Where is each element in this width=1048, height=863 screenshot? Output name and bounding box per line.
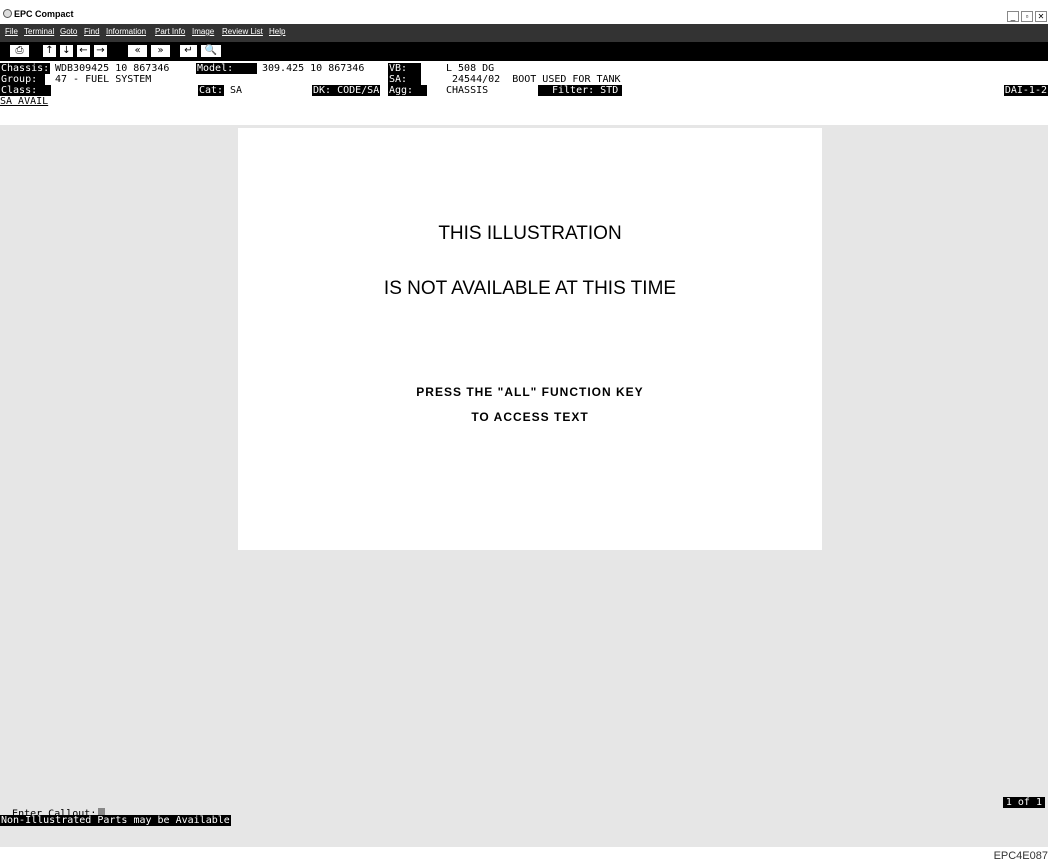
minimize-button[interactable]: _ xyxy=(1007,11,1019,22)
page-forward-button[interactable]: » xyxy=(150,44,171,58)
dk-label: DK: CODE/SA xyxy=(312,85,381,96)
class-label: Class: xyxy=(0,85,52,96)
sa-avail: SA AVAIL xyxy=(0,96,49,107)
filter-label: Filter: STD xyxy=(538,85,623,96)
model-value: 309.425 10 867346 xyxy=(262,63,365,74)
vehicle-header: Chassis: WDB309425 10 867346 Model: 309.… xyxy=(0,61,1048,125)
menu-find[interactable]: Find xyxy=(84,27,100,36)
title-bar: EPC Compact _ ▫ ✕ xyxy=(0,0,1048,24)
main-area: THIS ILLUSTRATION IS NOT AVAILABLE AT TH… xyxy=(0,125,1048,847)
dai-label: DAI-1-2 xyxy=(1003,85,1048,96)
page-indicator: 1 of 1 xyxy=(1002,797,1045,808)
screen-code: EPC4E087 xyxy=(993,850,1048,862)
menu-goto[interactable]: Goto xyxy=(60,27,77,36)
menu-bar: File Terminal Goto Find Information Part… xyxy=(0,24,1048,42)
arrow-right-button[interactable]: → xyxy=(93,44,108,58)
menu-file[interactable]: File xyxy=(5,27,18,36)
illustration-message-line1: THIS ILLUSTRATION xyxy=(438,223,622,244)
illustration-instruction-line1: PRESS THE "ALL" FUNCTION KEY xyxy=(416,385,644,399)
cat-value: SA xyxy=(230,85,243,96)
window-controls: _ ▫ ✕ xyxy=(1007,11,1047,22)
maximize-button[interactable]: ▫ xyxy=(1021,11,1033,22)
window-title: EPC Compact xyxy=(14,9,74,19)
group-label: Group: xyxy=(0,74,46,85)
illustration-message-line2: IS NOT AVAILABLE AT THIS TIME xyxy=(383,278,677,299)
print-button[interactable]: ⎙ xyxy=(9,44,30,58)
sa-label: SA: xyxy=(388,74,422,85)
cat-label: Cat: xyxy=(198,85,225,96)
search-button[interactable]: 🔍 xyxy=(200,44,222,58)
sa-value: 24544/02 BOOT USED FOR TANK xyxy=(452,74,621,85)
menu-information[interactable]: Information xyxy=(106,27,146,36)
close-button[interactable]: ✕ xyxy=(1035,11,1047,22)
illustration-instruction-line2: TO ACCESS TEXT xyxy=(471,410,589,424)
menu-review-list[interactable]: Review List xyxy=(222,27,263,36)
non-illustrated-notice: Non-Illustrated Parts may be Available xyxy=(0,815,231,826)
menu-terminal[interactable]: Terminal xyxy=(24,27,54,36)
group-value: 47 - FUEL SYSTEM xyxy=(55,74,152,85)
vb-label: VB: xyxy=(388,63,422,74)
app-icon xyxy=(3,9,12,18)
agg-value: CHASSIS xyxy=(446,85,489,96)
page-back-button[interactable]: « xyxy=(127,44,148,58)
menu-image[interactable]: Image xyxy=(192,27,214,36)
illustration-panel: THIS ILLUSTRATION IS NOT AVAILABLE AT TH… xyxy=(238,128,822,550)
chassis-label: Chassis: xyxy=(0,63,51,74)
arrow-left-button[interactable]: ← xyxy=(76,44,91,58)
menu-help[interactable]: Help xyxy=(269,27,285,36)
menu-part-info[interactable]: Part Info xyxy=(155,27,185,36)
chassis-value: WDB309425 10 867346 xyxy=(55,63,170,74)
enter-button[interactable]: ↵ xyxy=(179,44,198,58)
vb-value: L 508 DG xyxy=(446,63,495,74)
model-label: Model: xyxy=(196,63,258,74)
agg-label: Agg: xyxy=(388,85,428,96)
arrow-up-button[interactable]: ↑ xyxy=(42,44,57,58)
toolbar: ⎙ ↑ ↓ ← → « » ↵ 🔍 xyxy=(0,42,1048,61)
arrow-down-button[interactable]: ↓ xyxy=(59,44,74,58)
